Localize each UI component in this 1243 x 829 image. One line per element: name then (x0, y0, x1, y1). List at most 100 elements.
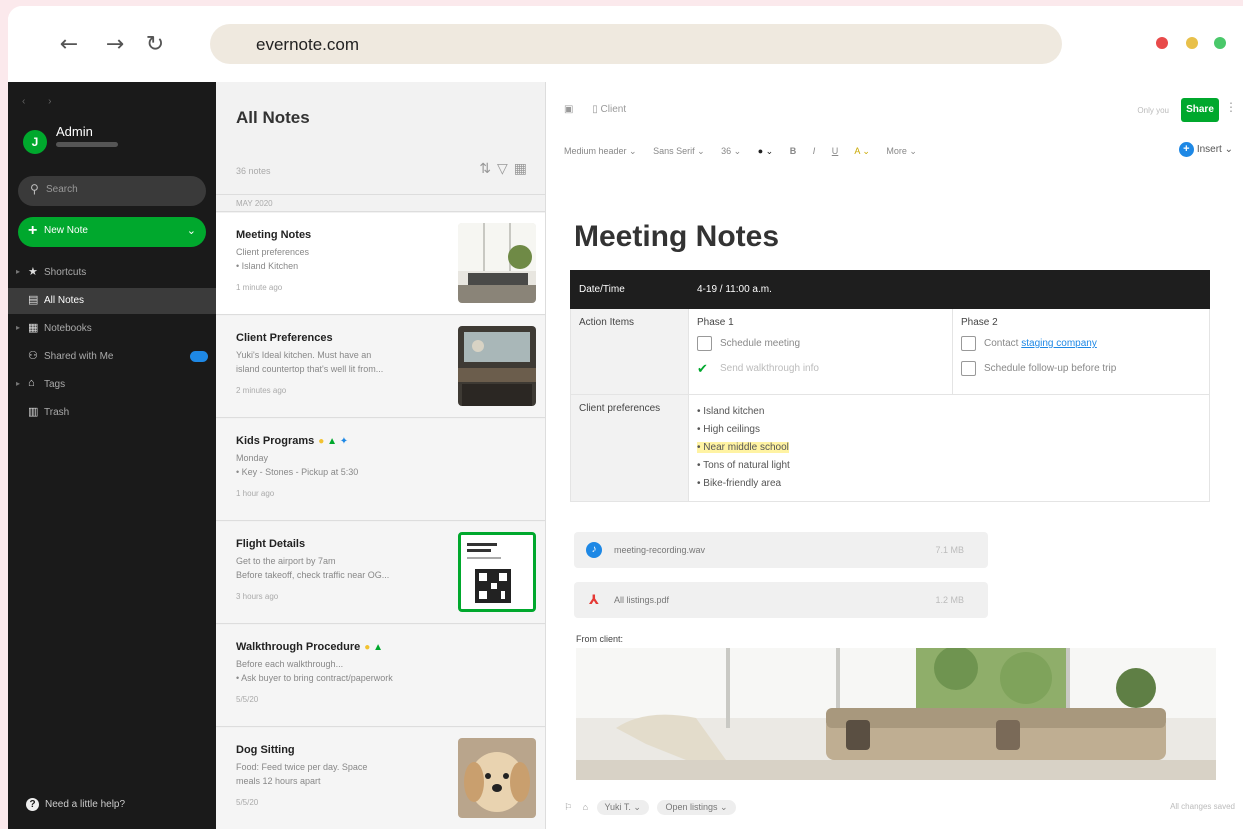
list-item: • Island kitchen (697, 406, 765, 417)
living-room-photo[interactable] (576, 648, 1216, 780)
phase2-cell[interactable]: Phase 2 Contact staging company Schedule… (952, 308, 1210, 395)
checkbox[interactable] (961, 336, 976, 351)
back-arrow-icon[interactable]: ← (56, 32, 82, 58)
window-dot-red[interactable] (1156, 37, 1168, 49)
checklist-item[interactable]: Contact staging company (961, 336, 1201, 351)
staging-company-link[interactable]: staging company (1021, 338, 1097, 349)
table-cell-value[interactable]: 4-19 / 11:00 a.m. (688, 270, 1210, 309)
window-dot-yellow[interactable] (1186, 37, 1198, 49)
note-timestamp: 1 hour ago (236, 489, 275, 498)
table-cell-label[interactable]: Client preferences (570, 394, 689, 502)
checklist-item[interactable]: Schedule meeting (697, 336, 944, 351)
caret-right-icon[interactable]: ▸ (16, 323, 20, 332)
sidebar-item-trash[interactable]: ▥ Trash (8, 400, 216, 426)
search-input[interactable]: ⚲ Search (18, 176, 206, 206)
browser-chrome: ← → ↻ evernote.com (8, 6, 1243, 82)
checklist-item[interactable]: ✔ Send walkthrough info (697, 361, 944, 376)
user-name[interactable]: Admin (56, 124, 93, 139)
save-status: All changes saved (1170, 802, 1235, 811)
bold-button[interactable]: B (790, 146, 797, 156)
reminder-icon[interactable]: ⚐ (564, 802, 572, 812)
sidebar-nav-arrows[interactable]: ‹ › (22, 96, 61, 107)
star-icon: ★ (28, 266, 38, 278)
notebook-icon: ▯ (592, 104, 598, 115)
caret-right-icon[interactable]: ▸ (16, 267, 20, 276)
pdf-attachment[interactable]: ⅄ All listings.pdf 1.2 MB (574, 582, 988, 618)
sort-icon[interactable]: ⇅ (479, 160, 497, 176)
tag-icon[interactable]: ⌂ (583, 802, 588, 812)
checklist-text: Send walkthrough info (720, 363, 819, 375)
color-dropdown[interactable]: ● ⌄ (758, 146, 773, 156)
note-title-text: Kids Programs (236, 435, 315, 447)
note-card-dog-sitting[interactable]: Dog Sitting Food: Feed twice per day. Sp… (216, 728, 545, 829)
note-count: 36 notes (236, 166, 271, 176)
filter-icon[interactable]: ▽ (497, 160, 514, 176)
note-list-tools: ⇅▽▦ (479, 160, 533, 177)
preferences-list[interactable]: • Island kitchen • High ceilings • Near … (688, 394, 1210, 502)
avatar[interactable]: J (23, 130, 47, 154)
reload-icon[interactable]: ↻ (142, 32, 168, 58)
style-dropdown[interactable]: Medium header ⌄ (564, 146, 637, 156)
chevron-down-icon[interactable]: ⌄ (187, 224, 196, 237)
note-card-flight-details[interactable]: Flight Details Get to the airport by 7am… (216, 522, 545, 624)
table-cell-label[interactable]: Date/Time (570, 270, 689, 309)
share-button[interactable]: Share (1181, 98, 1219, 122)
sidebar-item-tags[interactable]: ▸ ⌂ Tags (8, 372, 216, 398)
tag-pill[interactable]: Yuki T. ⌄ (596, 800, 649, 815)
font-dropdown[interactable]: Sans Serif ⌄ (653, 146, 705, 156)
forward-arrow-icon[interactable]: → (102, 32, 128, 58)
expand-icon[interactable]: ▣ (564, 104, 573, 115)
italic-button[interactable]: I (813, 146, 816, 156)
more-options-icon[interactable]: ⋮ (1225, 100, 1237, 114)
note-card-kids-programs[interactable]: Kids Programs ● ▲ ✦ Monday • Key - Stones… (216, 419, 545, 521)
checkbox[interactable] (961, 361, 976, 376)
checklist-text: Contact (984, 338, 1019, 350)
note-snippet: Yuki's Ideal kitchen. Must have an (236, 350, 372, 360)
list-item: • Tons of natural light (697, 460, 790, 471)
note-group-header: MAY 2020 (216, 194, 545, 212)
underline-button[interactable]: U (832, 146, 839, 156)
note-title-heading[interactable]: Meeting Notes (574, 220, 779, 254)
note-title: Walkthrough Procedure ● ▲ (236, 641, 383, 653)
checkmark-icon[interactable]: ✔ (697, 361, 712, 376)
more-dropdown[interactable]: More ⌄ (886, 146, 917, 156)
attachment-size: 1.2 MB (935, 595, 964, 605)
list-item: • Bike-friendly area (697, 478, 782, 489)
view-options-icon[interactable]: ▦ (514, 160, 533, 176)
note-card-walkthrough-procedure[interactable]: Walkthrough Procedure ● ▲ Before each wal… (216, 625, 545, 727)
phase1-cell[interactable]: Phase 1 Schedule meeting ✔ Send walkthrou… (688, 308, 953, 395)
table-row: Date/Time 4-19 / 11:00 a.m. (570, 270, 1210, 309)
size-dropdown[interactable]: 36 ⌄ (721, 146, 741, 156)
note-card-client-preferences[interactable]: Client Preferences Yuki's Ideal kitchen.… (216, 316, 545, 418)
note-card-meeting-notes[interactable]: Meeting Notes Client preferences • Islan… (216, 213, 545, 315)
note-list: All Notes 36 notes ⇅▽▦ MAY 2020 Meeting … (216, 82, 546, 829)
browser-window: ← → ↻ evernote.com ‹ › J Admin ⚲ Search … (8, 6, 1243, 829)
notebook-name[interactable]: Client (601, 104, 627, 115)
insert-button[interactable]: + Insert ⌄ (1178, 142, 1233, 157)
sidebar-item-shared-with-me[interactable]: ⚇ Shared with Me (8, 344, 216, 370)
attachment-size: 7.1 MB (935, 545, 964, 555)
sidebar-item-all-notes[interactable]: ▤ All Notes (8, 288, 216, 314)
audio-attachment[interactable]: ♪ meeting-recording.wav 7.1 MB (574, 532, 988, 568)
note-snippet: Client preferences (236, 247, 310, 257)
checkbox[interactable] (697, 336, 712, 351)
notes-icon: ▤ (28, 294, 39, 306)
new-note-button[interactable]: + New Note ⌄ (18, 217, 206, 247)
window-dot-green[interactable] (1214, 37, 1226, 49)
note-timestamp: 2 minutes ago (236, 386, 287, 395)
sidebar-item-shortcuts[interactable]: ▸ ★ Shortcuts (8, 260, 216, 286)
address-bar[interactable]: evernote.com (210, 24, 1062, 64)
sidebar-item-notebooks[interactable]: ▸ ▦ Notebooks (8, 316, 216, 342)
url-text: evernote.com (256, 35, 359, 54)
note-snippet: Before takeoff, check traffic near OG... (236, 570, 390, 580)
checklist-item[interactable]: Schedule follow-up before trip (961, 361, 1201, 376)
checklist-text: Schedule follow-up before trip (984, 363, 1117, 375)
caret-right-icon[interactable]: ▸ (16, 379, 20, 388)
note-title: Dog Sitting (236, 744, 295, 756)
table-cell-label[interactable]: Action Items (570, 308, 689, 395)
help-label: Need a little help? (45, 799, 126, 810)
note-snippet: Monday (236, 453, 269, 463)
highlight-dropdown[interactable]: A ⌄ (854, 146, 870, 156)
tag-pill[interactable]: Open listings ⌄ (657, 800, 736, 815)
help-link[interactable]: ? Need a little help? (26, 798, 125, 811)
